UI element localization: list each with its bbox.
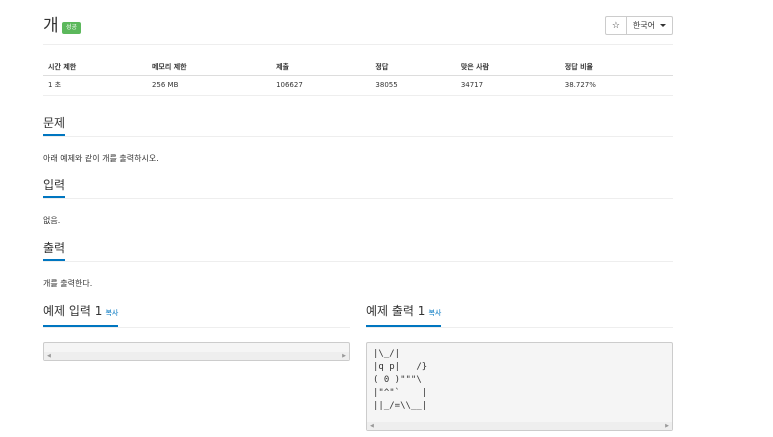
input-text: 없음. xyxy=(43,216,61,225)
column-header: 시간 제한 xyxy=(43,59,147,76)
section-divider xyxy=(43,198,673,199)
status-badge: 성공 xyxy=(62,22,82,34)
table-cell: 38055 xyxy=(370,75,456,96)
output-text: 개를 출력한다. xyxy=(43,279,93,288)
horizontal-scrollbar[interactable]: ◀ ▶ xyxy=(44,352,349,360)
section-divider xyxy=(43,136,673,137)
scroll-left-icon[interactable]: ◀ xyxy=(47,353,51,359)
section-divider xyxy=(43,261,673,262)
description-text: 아래 예제와 같이 개를 출력하시오. xyxy=(43,154,159,163)
input-section: 입력 없음. xyxy=(43,174,673,226)
column-header: 정답 비율 xyxy=(559,59,673,76)
table-cell: 256 MB xyxy=(146,75,272,96)
sample-output-label: 예제 출력 1 xyxy=(366,304,426,318)
section-title: 출력 xyxy=(43,239,66,261)
sample-output-code: |\_/| |q p| /} ( 0 )"""\ |"^"` | ||_/=\\… xyxy=(373,349,428,411)
table-row: 1 초 256 MB 106627 38055 34717 38.727% xyxy=(43,75,673,96)
problem-info-table: 시간 제한 메모리 제한 제출 정답 맞은 사람 정답 비율 1 초 256 M… xyxy=(43,59,673,96)
column-header: 제출 xyxy=(271,59,371,76)
problem-header: 개 성공 ☆ 한국어 xyxy=(43,14,673,44)
sample-input-title: 예제 입력 1 복사 xyxy=(43,302,119,327)
copy-output-link[interactable]: 복사 xyxy=(428,309,441,317)
header-divider xyxy=(43,44,673,45)
language-dropdown[interactable]: 한국어 xyxy=(626,16,673,35)
table-cell: 38.727% xyxy=(559,75,673,96)
language-label: 한국어 xyxy=(632,21,655,30)
column-header: 정답 xyxy=(370,59,456,76)
copy-input-link[interactable]: 복사 xyxy=(105,309,118,317)
section-divider xyxy=(43,327,350,328)
table-header-row: 시간 제한 메모리 제한 제출 정답 맞은 사람 정답 비율 xyxy=(43,59,673,76)
section-title: 입력 xyxy=(43,176,66,198)
sample-input-label: 예제 입력 1 xyxy=(43,304,103,318)
sample-input-panel: 예제 입력 1 복사 ◀ ▶ xyxy=(43,300,350,361)
sample-output-box[interactable]: |\_/| |q p| /} ( 0 )"""\ |"^"` | ||_/=\\… xyxy=(366,342,673,431)
sample-output-panel: 예제 출력 1 복사 |\_/| |q p| /} ( 0 )"""\ |"^"`… xyxy=(366,300,673,431)
scroll-right-icon[interactable]: ▶ xyxy=(342,353,346,359)
column-header: 맞은 사람 xyxy=(455,59,560,76)
star-icon[interactable]: ☆ xyxy=(604,16,627,35)
sample-input-box[interactable]: ◀ ▶ xyxy=(43,342,350,361)
table-cell: 34717 xyxy=(455,75,560,96)
description-section: 문제 아래 예제와 같이 개를 출력하시오. xyxy=(43,112,673,164)
header-actions: ☆ 한국어 xyxy=(604,16,673,35)
sample-output-title: 예제 출력 1 복사 xyxy=(366,302,442,327)
section-title: 문제 xyxy=(43,114,66,136)
section-divider xyxy=(366,327,673,328)
page-title: 개 xyxy=(43,16,59,36)
column-header: 메모리 제한 xyxy=(146,59,272,76)
caret-down-icon xyxy=(660,24,666,27)
table-cell: 106627 xyxy=(271,75,371,96)
horizontal-scrollbar[interactable]: ◀ ▶ xyxy=(367,422,672,430)
output-section: 출력 개를 출력한다. xyxy=(43,237,673,289)
table-cell: 1 초 xyxy=(43,75,147,96)
scroll-left-icon[interactable]: ◀ xyxy=(370,423,374,429)
scroll-right-icon[interactable]: ▶ xyxy=(665,423,669,429)
